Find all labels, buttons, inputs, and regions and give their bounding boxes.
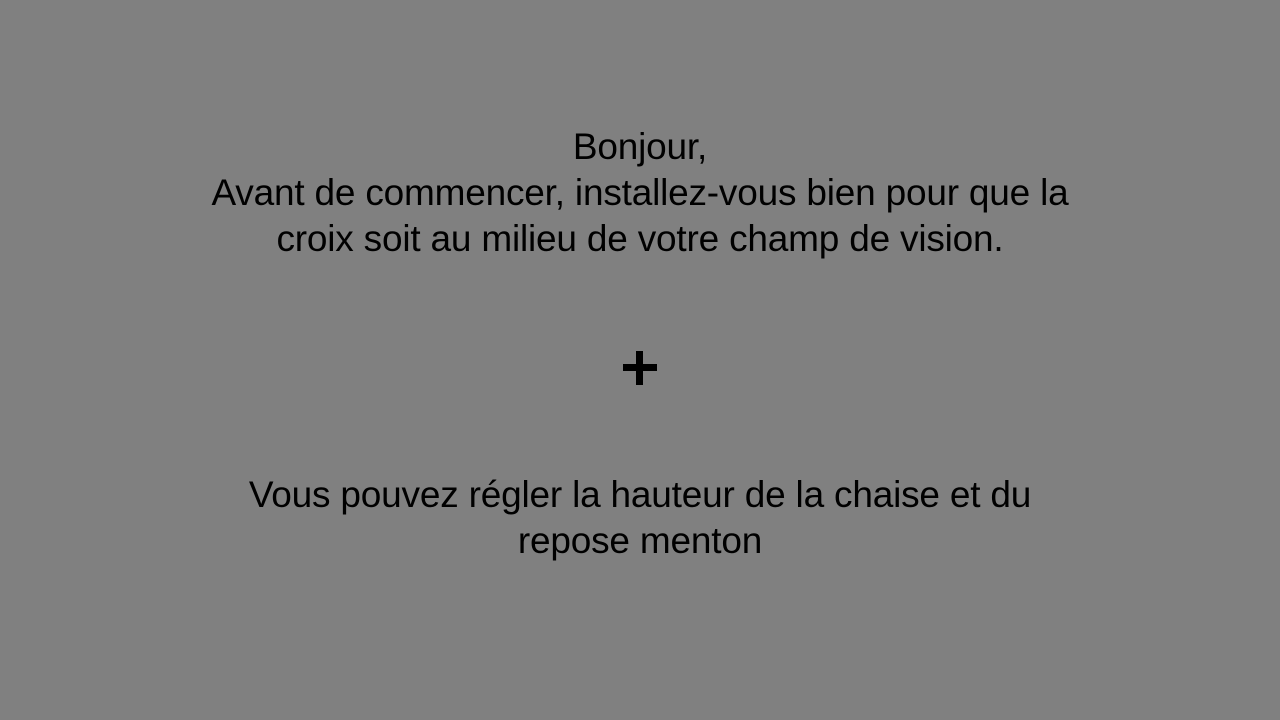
fixation-cross-icon — [623, 351, 657, 385]
adjustment-line-1: Vous pouvez régler la hauteur de la chai… — [248, 474, 1032, 515]
adjustment-instructions: Vous pouvez régler la hauteur de la chai… — [140, 472, 1140, 564]
instruction-screen: Bonjour, Avant de commencer, installez-v… — [0, 0, 1280, 720]
instruction-line-1: Avant de commencer, installez-vous bien … — [211, 172, 1069, 213]
setup-instructions: Bonjour, Avant de commencer, installez-v… — [140, 124, 1140, 262]
instruction-line-2: croix soit au milieu de votre champ de v… — [276, 218, 1004, 259]
adjustment-line-2: repose menton — [517, 520, 763, 561]
greeting-text: Bonjour, — [572, 126, 708, 167]
fixation-cross-vertical-bar — [636, 351, 643, 385]
